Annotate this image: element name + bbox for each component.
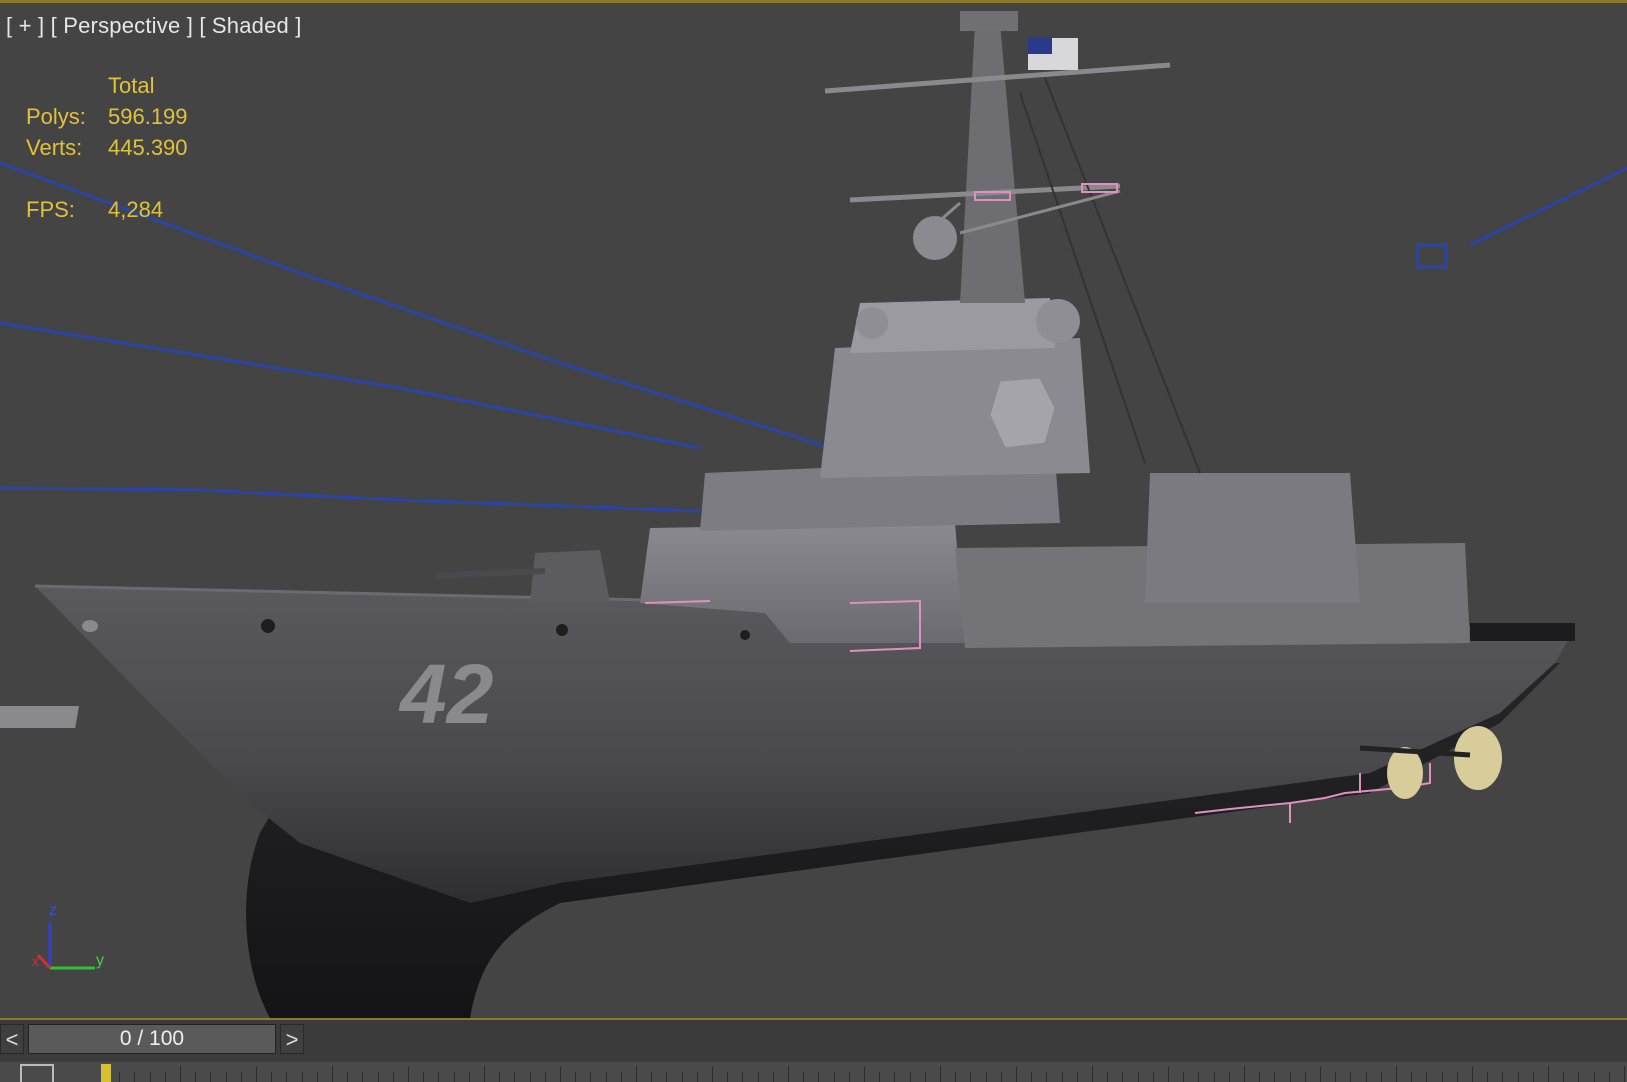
viewport-label-menu[interactable]: [ + ] [ Perspective ] [ Shaded ] [6,13,302,39]
next-frame-button[interactable]: > [280,1024,304,1054]
viewport-general-menu[interactable]: [ + ] [6,13,44,38]
axis-label-y: y [96,952,104,969]
fps-value: 4,284 [108,197,164,222]
aft-deckhouse [1145,473,1360,603]
scene-3d-render[interactable]: 42 z y x [0,3,1627,1018]
hull-number: 42 [398,647,493,741]
time-slider-bar: < 0 / 100 > [0,1018,1627,1082]
verts-value: 445.390 [108,135,188,160]
fps-label: FPS: [26,197,75,222]
mast-top [960,11,1018,31]
polys-label: Polys: [26,104,86,129]
polys-value: 596.199 [108,104,188,129]
key-filter-icon[interactable] [20,1064,54,1082]
viewport-point-of-view-menu[interactable]: [ Perspective ] [51,13,193,38]
helper-box-icon [1416,243,1448,269]
selection-helper-lines [0,161,1627,513]
stern-rail [1470,623,1575,641]
track-bar-ticks [104,1066,1625,1082]
stats-header: Total [108,73,155,98]
anchor-fitting [0,706,80,728]
deck-gun [530,550,610,603]
axis-tripod-icon: z y x [32,902,104,970]
dome-right [1036,299,1080,343]
previous-frame-button[interactable]: < [0,1024,24,1054]
verts-label: Verts: [26,135,83,160]
radar-panel [989,377,1056,449]
current-frame-marker[interactable] [101,1064,111,1082]
perspective-viewport[interactable]: 42 z y x [ + ] [ Perspective ] [ Shaded … [0,0,1627,1018]
axis-label-x: x [32,953,39,969]
axis-label-z: z [49,902,57,919]
time-slider-frame-display[interactable]: 0 / 100 [28,1024,276,1054]
dome-mid [856,307,888,339]
viewport-shading-menu[interactable]: [ Shaded ] [199,13,301,38]
dome-left [913,216,957,260]
track-bar[interactable] [0,1062,1627,1082]
